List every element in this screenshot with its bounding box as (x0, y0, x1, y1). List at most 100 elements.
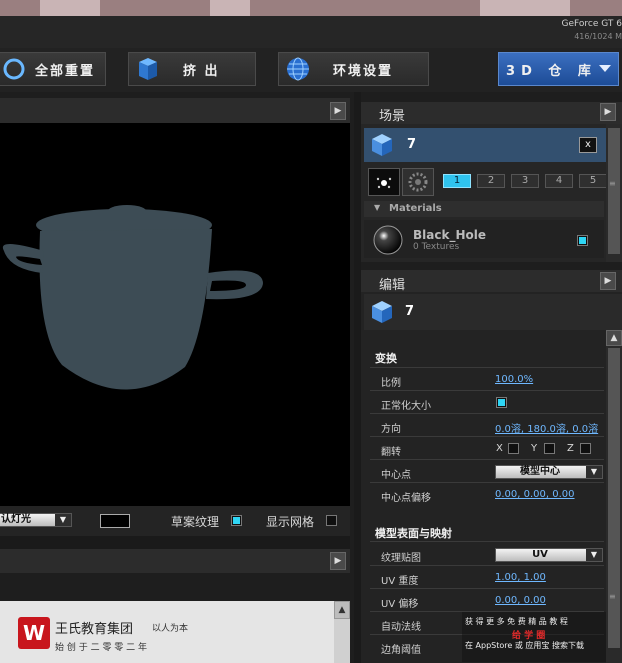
chevron-down-icon: ▼ (55, 514, 71, 526)
texture-map-dropdown-value: UV (532, 549, 548, 560)
divider (370, 565, 604, 566)
scene-tab-4[interactable]: 4 (545, 174, 573, 188)
flip-x-label: X (496, 443, 503, 454)
close-icon: x (585, 139, 591, 150)
window-top-strip (0, 0, 622, 16)
3d-viewport[interactable] (0, 123, 350, 506)
play-right-icon: ▶ (604, 276, 612, 286)
play-right-icon: ▶ (334, 106, 342, 116)
texture-map-label: 纹理贴图 (381, 553, 421, 564)
close-object-button[interactable]: x (579, 137, 597, 153)
promo-line-1: 获 得 更 多 免 费 精 品 教 程 (465, 617, 568, 626)
reset-icon (3, 58, 25, 80)
company-name: 王氏教育集团 (55, 622, 134, 637)
chevron-down-icon: ▼ (586, 466, 602, 478)
divider (370, 588, 604, 589)
pivot-dropdown-value: 模型中心 (520, 466, 560, 477)
divider (370, 367, 604, 368)
pivot-offset-label: 中心点偏移 (381, 493, 431, 504)
extrude-button[interactable]: 挤 出 (128, 52, 256, 86)
pivot-dropdown[interactable]: 模型中心 ▼ (495, 465, 603, 479)
reset-all-label: 全部重置 (35, 63, 96, 79)
show-grid-label: 显示网格 (266, 515, 315, 529)
direction-label: 方向 (381, 424, 401, 435)
promo-line-3: 在 AppStore 或 应用宝 搜索下载 (465, 641, 584, 650)
pattern-texture-checkbox[interactable] (231, 515, 242, 526)
uv-scale-value[interactable]: 1.00, 1.00 (495, 572, 546, 583)
multi-light-icon (408, 172, 428, 192)
bottom-scrollbar[interactable]: ▲ (334, 601, 350, 663)
flip-x-checkbox[interactable] (508, 443, 519, 454)
flip-z-label: Z (567, 443, 574, 454)
viewport-expand-button[interactable]: ▶ (330, 102, 346, 120)
scale-label: 比例 (381, 378, 401, 389)
edit-object-row: 7 (364, 294, 622, 330)
pot-model (2, 205, 263, 390)
promo-watermark: 获 得 更 多 免 费 精 品 教 程 给 学 圈 在 AppStore 或 应… (462, 612, 606, 662)
gpu-name: GeForce GT 6 (561, 19, 622, 29)
grip-icon: ≡ (609, 179, 616, 188)
material-visible-checkbox[interactable] (577, 235, 588, 246)
divider (370, 482, 604, 483)
scene-scrollbar[interactable]: ≡ (606, 124, 622, 262)
divider (370, 541, 604, 542)
environment-settings-button[interactable]: 环境设置 (278, 52, 429, 86)
flip-z-checkbox[interactable] (580, 443, 591, 454)
environment-settings-label: 环境设置 (333, 63, 394, 79)
scene-tab-5[interactable]: 5 (579, 174, 607, 188)
company-logo: W (18, 617, 50, 649)
flip-y-checkbox[interactable] (544, 443, 555, 454)
flip-y-label: Y (531, 443, 538, 454)
scroll-up-icon[interactable]: ▲ (334, 601, 350, 619)
materials-header[interactable]: ▼ Materials (364, 201, 604, 217)
globe-icon (287, 57, 309, 81)
edit-expand-button[interactable]: ▶ (600, 272, 616, 290)
scene-tab-3[interactable]: 3 (511, 174, 539, 188)
light-dropdown-value: 认灯光 (1, 514, 31, 525)
edit-title: 编辑 (379, 278, 406, 293)
scene-title: 场景 (379, 109, 406, 124)
play-right-icon: ▶ (604, 107, 612, 117)
bottom-panel-header: ▶ (0, 549, 350, 573)
viewport-header: ▶ (0, 98, 350, 123)
flip-label: 翻转 (381, 447, 401, 458)
viewport-footer: 认灯光 ▼ 草案纹理 显示网格 (0, 506, 350, 536)
scene-scroll-thumb[interactable] (608, 128, 620, 254)
material-row[interactable]: Black_Hole 0 Textures (364, 220, 604, 258)
normalize-size-checkbox[interactable] (496, 397, 507, 408)
extrude-label: 挤 出 (183, 63, 220, 79)
scene-expand-button[interactable]: ▶ (600, 103, 616, 121)
toolbar: 全部重置 挤 出 环境设置 3D 仓 库 (0, 48, 622, 92)
direction-value[interactable]: 0.0溶, 180.0溶, 0.0溶 (495, 420, 598, 435)
gpu-memory: 416/1024 M (574, 32, 622, 41)
light-dropdown[interactable]: 认灯光 ▼ (0, 513, 72, 527)
material-name: Black_Hole (413, 228, 486, 242)
scene-tab-1[interactable]: 1 (443, 174, 471, 188)
scroll-up-icon[interactable]: ▲ (606, 330, 622, 346)
edit-object-name: 7 (405, 304, 415, 319)
3d-repository-button[interactable]: 3D 仓 库 (498, 52, 619, 86)
extrude-icon (139, 58, 157, 80)
texture-map-dropdown[interactable]: UV ▼ (495, 548, 603, 562)
edit-scroll-thumb[interactable] (608, 348, 620, 648)
transform-section-title: 变换 (375, 352, 397, 365)
splitter[interactable] (354, 92, 361, 663)
edge-threshold-label: 边角阈值 (381, 645, 421, 656)
cube-icon (372, 134, 392, 156)
material-textures: 0 Textures (413, 242, 460, 252)
multi-light-button[interactable] (402, 168, 434, 196)
uv-offset-value[interactable]: 0.00, 0.00 (495, 595, 546, 606)
normalize-size-label: 正常化大小 (381, 401, 431, 412)
edit-scrollbar[interactable]: ▲ ≡ (606, 330, 622, 663)
bottom-panel-body (0, 573, 350, 601)
scene-tab-2[interactable]: 2 (477, 174, 505, 188)
background-color-swatch[interactable] (100, 514, 130, 528)
pivot-offset-value[interactable]: 0.00, 0.00, 0.00 (495, 489, 575, 500)
show-grid-checkbox[interactable] (326, 515, 337, 526)
bottom-panel-expand-button[interactable]: ▶ (330, 552, 346, 570)
cube-icon (372, 301, 392, 323)
scale-value[interactable]: 100.0% (495, 374, 533, 385)
reset-all-button[interactable]: 全部重置 (0, 52, 106, 86)
divider (370, 390, 604, 391)
light-mode-button[interactable] (368, 168, 400, 196)
